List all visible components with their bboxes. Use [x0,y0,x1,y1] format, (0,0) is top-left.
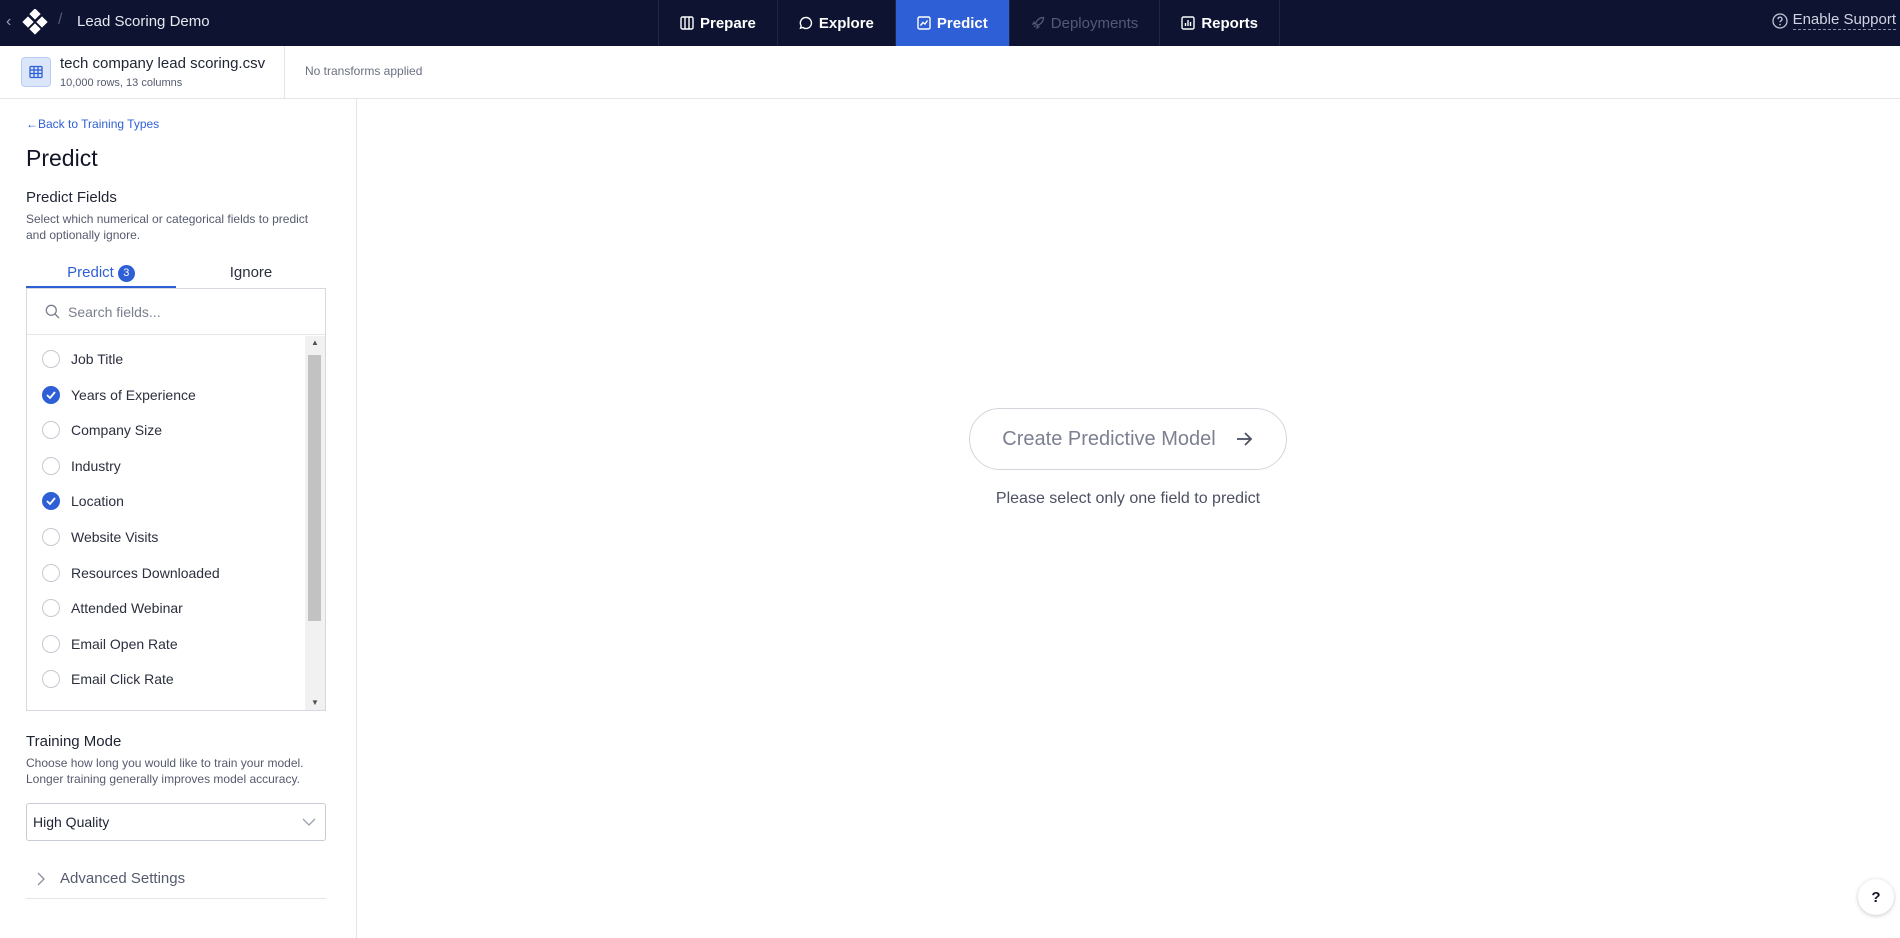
selection-warning: Please select only one field to predict [995,490,1261,507]
table-columns-icon [680,16,694,30]
back-to-training-types-link[interactable]: ←Back to Training Types [26,117,159,131]
enable-support-link[interactable]: Enable Support [1771,11,1896,30]
field-label: Company Size [71,422,163,438]
project-title[interactable]: Lead Scoring Demo [77,13,210,30]
tab-prepare[interactable]: Prepare [658,0,777,46]
predict-fields-title: Predict Fields [26,189,117,206]
rocket-icon [1031,16,1044,30]
dataset-divider [284,46,285,99]
diamond-cluster-logo-icon[interactable] [22,9,48,35]
search-icon [45,304,60,319]
list-item[interactable]: Industry [27,451,303,481]
field-label: Email Open Rate [71,636,178,652]
list-item[interactable]: Company Size [27,415,303,445]
field-list-panel: Job Title Years of Experience Company Si… [26,288,326,711]
field-list-scrollbar[interactable]: ▲ ▼ [305,336,325,710]
arrow-left-icon: ← [26,117,38,131]
training-mode-value: High Quality [33,814,110,830]
tab-ignore-fields[interactable]: Ignore [176,259,326,288]
field-select-radio[interactable] [42,350,60,368]
tab-reports-label: Reports [1201,14,1258,32]
page-title: Predict [26,145,98,171]
scroll-up-arrow-icon[interactable]: ▲ [311,338,319,347]
main-canvas: Create Predictive Model Please select on… [358,99,1900,938]
field-select-radio[interactable] [42,492,60,510]
enable-support-label: Enable Support [1792,11,1896,30]
list-item[interactable]: Attended Webinar [27,593,303,623]
tab-explore-label: Explore [818,14,874,32]
chevron-down-icon [302,818,316,826]
predict-count-badge: 3 [117,265,135,282]
field-tabs: Predict 3 Ignore [26,259,326,288]
training-mode-title: Training Mode [26,733,122,750]
field-label: Email Click Rate [71,671,174,687]
scroll-down-arrow-icon[interactable]: ▼ [311,698,319,707]
create-predictive-model-button[interactable]: Create Predictive Model [969,408,1287,470]
dataset-meta: 10,000 rows, 13 columns [60,77,183,89]
field-list: Job Title Years of Experience Company Si… [27,336,303,710]
chart-line-icon [917,16,931,30]
list-item[interactable]: Email Click Rate [27,664,303,694]
search-fields-input[interactable] [68,303,308,320]
top-nav-bar: ‹ / Lead Scoring Demo Prepare Explore Pr… [0,0,1900,46]
field-label: Website Visits [71,529,159,545]
list-item[interactable]: Resources Downloaded [27,558,303,588]
field-select-radio[interactable] [42,421,60,439]
field-label: Attended Webinar [71,600,183,616]
advanced-settings-label: Advanced Settings [60,870,186,887]
tab-predict-fields[interactable]: Predict 3 [26,259,176,288]
tab-predict[interactable]: Predict [894,0,1009,46]
predict-fields-description: Select which numerical or categorical fi… [26,212,309,242]
breadcrumb-separator: / [58,11,63,28]
tab-reports[interactable]: Reports [1159,0,1280,46]
list-item[interactable]: Years of Experience [27,380,303,410]
advanced-settings-toggle[interactable]: Advanced Settings [26,859,326,899]
tab-prepare-label: Prepare [700,14,756,32]
list-item[interactable]: Email Open Rate [27,629,303,659]
dataset-bar: tech company lead scoring.csv 10,000 row… [0,46,1900,99]
dataset-name[interactable]: tech company lead scoring.csv [60,55,265,72]
back-chevron-icon[interactable]: ‹ [6,12,20,32]
field-search [27,289,325,335]
arrow-right-icon [1236,432,1252,446]
help-button[interactable]: ? [1858,879,1894,915]
field-label: Years of Experience [71,387,196,403]
field-select-radio[interactable] [42,599,60,617]
create-button-label: Create Predictive Model [1002,427,1216,450]
tab-deployments[interactable]: Deployments [1008,0,1160,46]
tab-predict-fields-label: Predict [67,264,114,281]
field-select-radio[interactable] [42,670,60,688]
list-item[interactable]: Website Visits [27,522,303,552]
transforms-status: No transforms applied [305,64,423,78]
training-mode-description: Choose how long you would like to train … [26,756,304,786]
list-item[interactable]: Location [27,486,303,516]
tab-predict-label: Predict [936,14,988,32]
field-label: Resources Downloaded [71,565,220,581]
tab-ignore-fields-label: Ignore [229,264,273,281]
field-label: Industry [71,458,121,474]
main-tabs: Prepare Explore Predict Deployments Repo… [658,0,1280,46]
list-item[interactable]: Job Title [27,344,303,374]
field-select-radio[interactable] [42,386,60,404]
predict-sidebar: ←Back to Training Types Predict Predict … [0,99,357,938]
table-icon[interactable] [21,57,51,87]
help-button-label: ? [1871,888,1881,906]
field-select-radio[interactable] [42,564,60,582]
chevron-right-icon [37,872,45,885]
tab-explore[interactable]: Explore [776,0,895,46]
field-label: Location [71,493,124,509]
training-mode-select[interactable]: High Quality [26,803,326,841]
bar-chart-icon [1181,16,1196,30]
chat-bubble-icon [799,16,812,30]
tab-deployments-label: Deployments [1050,14,1139,32]
field-label: Job Title [71,351,124,367]
scrollbar-thumb[interactable] [308,355,321,621]
back-link-label: Back to Training Types [38,117,160,131]
question-circle-icon [1771,12,1788,29]
field-select-radio[interactable] [42,528,60,546]
field-select-radio[interactable] [42,457,60,475]
field-select-radio[interactable] [42,635,60,653]
